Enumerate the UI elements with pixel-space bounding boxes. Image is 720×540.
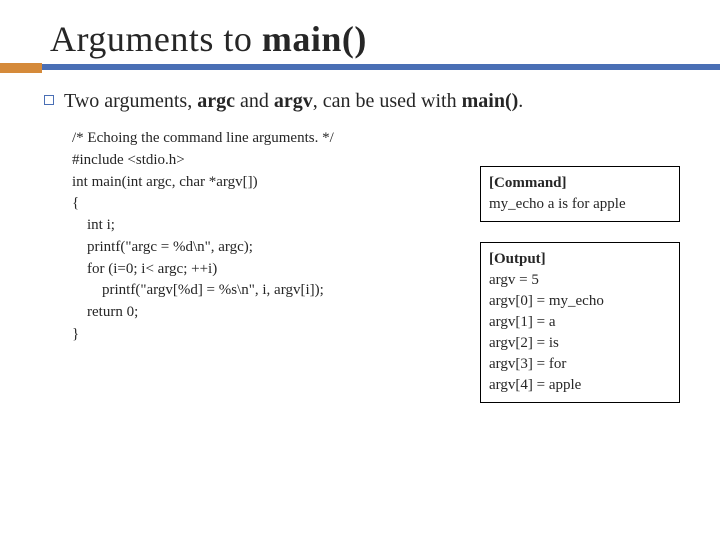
bullet-seg-4: . (518, 90, 523, 112)
slide-body: Two arguments, argc and argv, can be use… (40, 88, 680, 403)
command-line: my_echo a is for apple (489, 194, 671, 215)
bullet-seg-2: and (235, 90, 274, 112)
bullet-row: Two arguments, argc and argv, can be use… (44, 88, 680, 114)
code-block: /* Echoing the command line arguments. *… (72, 128, 462, 403)
bullet-seg-1: Two arguments, (64, 90, 197, 112)
output-box: [Output] argv = 5 argv[0] = my_echo argv… (480, 242, 680, 403)
slide-title: Arguments to main() (50, 18, 680, 60)
bullet-seg-3: , can be used with (313, 90, 462, 112)
command-header: [Command] (489, 173, 671, 194)
bullet-text: Two arguments, argc and argv, can be use… (64, 88, 523, 114)
output-line: argv[2] = is (489, 333, 671, 354)
side-column: [Command] my_echo a is for apple [Output… (480, 166, 680, 403)
slide: Arguments to main() Two arguments, argc … (0, 0, 720, 540)
code-line: printf("argv[%d] = %s\n", i, argv[i]); (72, 280, 462, 302)
output-line: argv[0] = my_echo (489, 291, 671, 312)
code-line: int main(int argc, char *argv[]) (72, 172, 462, 194)
rule-bar (0, 64, 720, 70)
content-row: /* Echoing the command line arguments. *… (44, 128, 680, 403)
code-line: #include <stdio.h> (72, 150, 462, 172)
bullet-bold-3: main() (462, 90, 519, 112)
code-line: for (i=0; i< argc; ++i) (72, 259, 462, 281)
bullet-bold-1: argc (197, 90, 235, 112)
bullet-bold-2: argv (274, 90, 313, 112)
output-header: [Output] (489, 249, 671, 270)
output-line: argv[3] = for (489, 354, 671, 375)
rule-accent (0, 63, 42, 73)
title-text-bold: main() (262, 19, 367, 59)
code-line: } (72, 324, 462, 346)
code-line: return 0; (72, 302, 462, 324)
bullet-square-icon (44, 95, 54, 105)
code-line: /* Echoing the command line arguments. *… (72, 128, 462, 150)
code-line: int i; (72, 215, 462, 237)
output-line: argv[1] = a (489, 312, 671, 333)
command-box: [Command] my_echo a is for apple (480, 166, 680, 222)
code-line: printf("argc = %d\n", argc); (72, 237, 462, 259)
code-line: { (72, 193, 462, 215)
output-line: argv[4] = apple (489, 375, 671, 396)
title-rule (0, 64, 720, 70)
output-line: argv = 5 (489, 270, 671, 291)
title-text-1: Arguments to (50, 19, 262, 59)
